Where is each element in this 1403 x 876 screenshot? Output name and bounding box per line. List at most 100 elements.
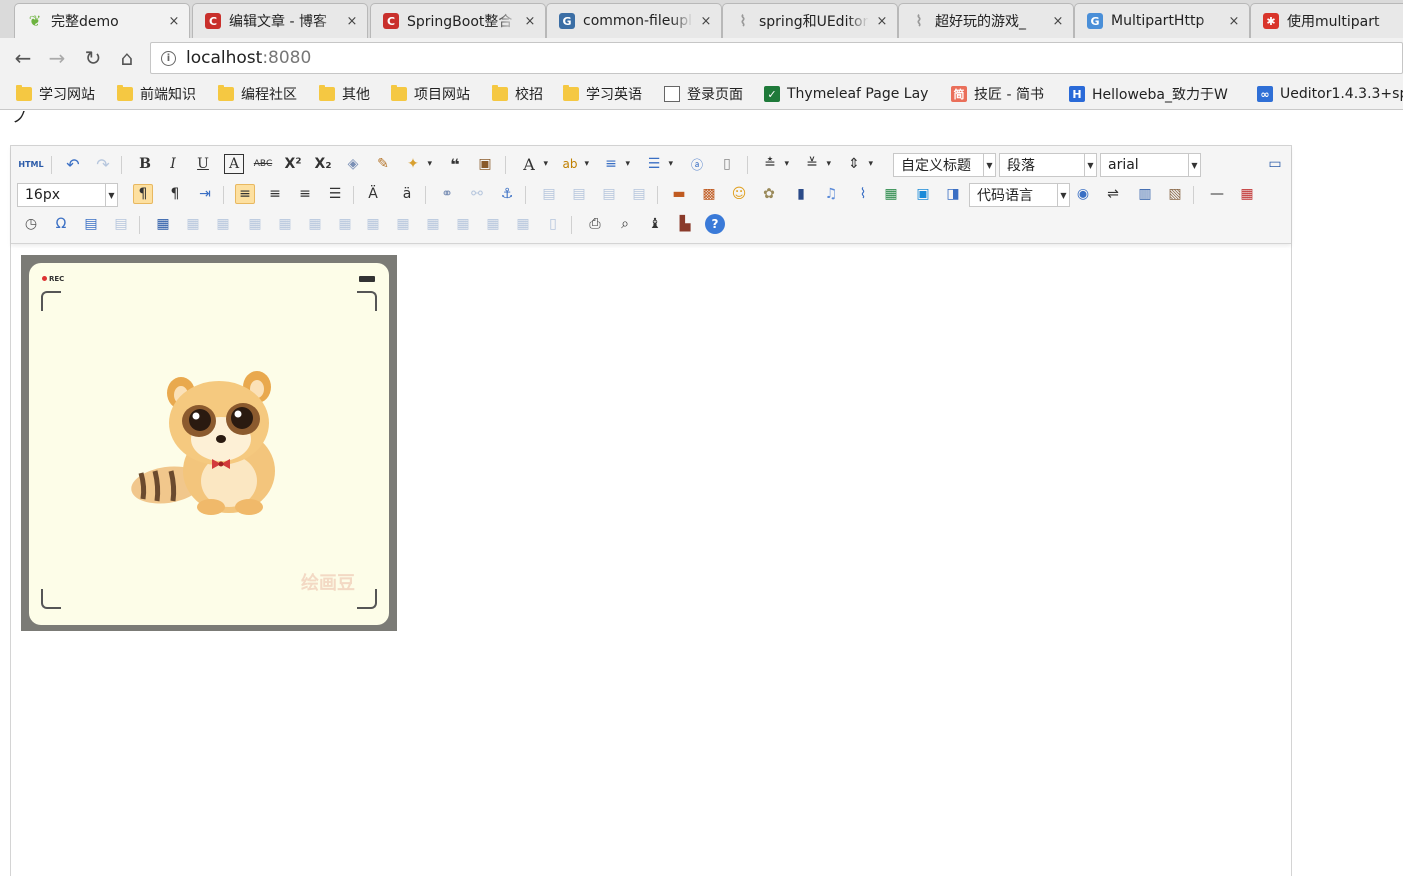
align-justify-icon[interactable]: ☰ [325, 184, 345, 204]
row-spacing-top-icon[interactable]: ≛ [760, 154, 789, 174]
background-icon[interactable]: ▧ [1165, 184, 1185, 204]
browser-tab[interactable]: ⌇ spring和UEditor × [722, 3, 898, 38]
google-map-icon[interactable]: ▣ [913, 184, 933, 204]
bookmark-item[interactable]: 登录页面 [664, 84, 743, 104]
bookmark-item[interactable]: 学习网站 [16, 84, 95, 104]
undo-icon[interactable]: ↶ [63, 154, 83, 174]
home-icon[interactable]: ⌂ [114, 46, 140, 70]
bookmark-item[interactable]: 简技匠 - 简书 [951, 84, 1044, 104]
emotion-icon[interactable]: ☺ [729, 184, 749, 204]
tab-close-icon[interactable]: × [1227, 14, 1241, 29]
code-language-select[interactable]: 代码语言 ▼ [969, 183, 1070, 207]
insert-table-icon[interactable]: ▦ [153, 214, 173, 234]
bookmark-item[interactable]: 其他 [319, 84, 370, 104]
inserted-image[interactable]: REC 绘画豆 [21, 255, 397, 631]
image-none-icon[interactable]: ▤ [539, 184, 559, 204]
help-icon[interactable]: ? [705, 214, 725, 234]
insert-video-icon[interactable]: ▮ [791, 184, 811, 204]
align-left-icon[interactable]: ≡ [235, 184, 255, 204]
format-brush-icon[interactable]: ✎ [373, 154, 393, 174]
font-border-icon[interactable]: A [224, 154, 244, 174]
select-all-icon[interactable]: ⓐ [687, 154, 707, 174]
time-icon[interactable]: ◷ [21, 214, 41, 234]
browser-tab[interactable]: G MultipartHttp × [1074, 3, 1250, 38]
snapscreen-icon[interactable]: ▤ [111, 214, 131, 234]
indent-icon[interactable]: ⇥ [195, 184, 215, 204]
lowercase-icon[interactable]: ä [397, 184, 417, 204]
unlink-icon[interactable]: ⚯ [467, 184, 487, 204]
bookmark-item[interactable]: ✓ Thymeleaf Page Lay [764, 84, 928, 104]
underline-icon[interactable]: U [193, 154, 213, 174]
strikethrough-icon[interactable]: ABC [253, 154, 273, 174]
custom-heading-select[interactable]: 自定义标题 ▼ [893, 153, 996, 177]
attachment-icon[interactable]: ⌇ [853, 184, 873, 204]
music-icon[interactable]: ♫ [821, 184, 841, 204]
row-spacing-bottom-icon[interactable]: ≚ [802, 154, 831, 174]
insert-image-icon[interactable]: ▩ [699, 184, 719, 204]
wordimage-icon[interactable]: ▤ [81, 214, 101, 234]
unordered-list-icon[interactable]: ☰ [644, 154, 673, 174]
clear-doc-icon[interactable]: ▯ [717, 154, 737, 174]
bookmark-item[interactable]: 项目网站 [391, 84, 470, 104]
anchor-icon[interactable]: ⚓ [497, 184, 517, 204]
superscript-icon[interactable]: X² [283, 154, 303, 174]
split-rows-icon[interactable]: ▦ [483, 214, 503, 234]
fullscreen-icon[interactable]: ▭ [1265, 154, 1285, 174]
highlight-color-icon[interactable]: ab [560, 154, 590, 174]
tab-close-icon[interactable]: × [699, 14, 713, 29]
ordered-list-icon[interactable]: ≡ [601, 154, 630, 174]
tab-close-icon[interactable]: × [1051, 14, 1065, 29]
split-cols-icon[interactable]: ▦ [513, 214, 533, 234]
bookmark-item[interactable]: ∞ Ueditor1.4.3.3+sp [1257, 84, 1403, 104]
browser-tab[interactable]: C 编辑文章 - 博客 × [192, 3, 368, 38]
print-icon[interactable]: ⎙ [585, 214, 605, 234]
delete-col-icon[interactable]: ▦ [335, 214, 355, 234]
image-right-icon[interactable]: ▤ [599, 184, 619, 204]
template-icon[interactable]: ▥ [1135, 184, 1155, 204]
split-cells-icon[interactable]: ▦ [453, 214, 473, 234]
delete-row-icon[interactable]: ▦ [275, 214, 295, 234]
browser-tab[interactable]: ✱使用multipart× [1250, 3, 1403, 38]
bookmark-item[interactable]: 学习英语 [563, 84, 642, 104]
align-center-icon[interactable]: ≡ [265, 184, 285, 204]
insert-col-icon[interactable]: ▦ [305, 214, 325, 234]
insert-row-icon[interactable]: ▦ [245, 214, 265, 234]
page-break-icon[interactable]: ⇌ [1103, 184, 1123, 204]
align-right-icon[interactable]: ≡ [295, 184, 315, 204]
back-icon[interactable]: ← [10, 46, 36, 70]
address-bar[interactable]: i localhost:8080 [150, 42, 1403, 74]
tab-close-icon[interactable]: × [875, 14, 889, 29]
source-html-button[interactable]: HTML [18, 154, 43, 174]
line-height-icon[interactable]: ⇕ [844, 154, 873, 174]
tab-close-icon[interactable]: × [523, 14, 537, 29]
font-size-select[interactable]: 16px ▼ [17, 183, 118, 207]
font-color-icon[interactable]: A [519, 154, 548, 174]
browser-tab[interactable]: C SpringBoot整合 × [370, 3, 546, 38]
eraser-icon[interactable]: ◈ [343, 154, 363, 174]
image-left-icon[interactable]: ▤ [569, 184, 589, 204]
tab-close-icon[interactable]: × [167, 14, 181, 29]
direction-rtl-icon[interactable]: ¶ [165, 184, 185, 204]
direction-ltr-icon[interactable]: ¶ [133, 184, 153, 204]
insert-paragraph-before-table-icon[interactable]: ▦ [213, 214, 233, 234]
drafts-icon[interactable]: ▙ [675, 214, 695, 234]
forward-icon[interactable]: → [44, 46, 70, 70]
merge-cells-icon[interactable]: ▦ [363, 214, 383, 234]
merge-right-icon[interactable]: ▦ [393, 214, 413, 234]
link-icon[interactable]: ⚭ [437, 184, 457, 204]
subscript-icon[interactable]: X₂ [313, 154, 333, 174]
date-icon[interactable]: ▦ [1237, 184, 1257, 204]
image-center-icon[interactable]: ▤ [629, 184, 649, 204]
bookmark-item[interactable]: 前端知识 [117, 84, 196, 104]
paste-plain-icon[interactable]: ▣ [475, 154, 495, 174]
font-family-select[interactable]: arial ▼ [1100, 153, 1201, 177]
site-info-icon[interactable]: i [161, 50, 176, 66]
bookmark-item[interactable]: H Helloweba_致力于W [1069, 84, 1228, 104]
auto-typeset-icon[interactable]: ✦ [403, 154, 432, 174]
delete-table-icon[interactable]: ▦ [183, 214, 203, 234]
search-replace-icon[interactable]: ♝ [645, 214, 665, 234]
horizontal-rule-icon[interactable]: — [1207, 184, 1227, 204]
uppercase-icon[interactable]: Ä [363, 184, 383, 204]
special-chars-icon[interactable]: Ω [51, 214, 71, 234]
preview-icon[interactable]: ⌕ [615, 214, 635, 234]
